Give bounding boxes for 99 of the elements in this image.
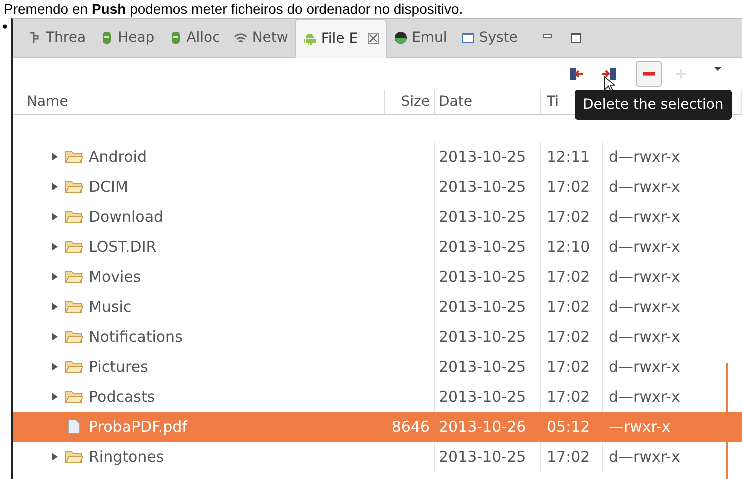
file-date: 2013-10-25	[435, 142, 541, 172]
view-tab[interactable]: Alloc	[162, 19, 228, 57]
file-name: ProbaPDF.pdf	[89, 418, 188, 436]
phone-pull-icon	[569, 66, 585, 82]
file-time: 17:02	[541, 262, 603, 292]
expand-arrow-icon[interactable]	[51, 363, 59, 371]
folder-icon	[65, 300, 83, 314]
file-date: 2013-10-25	[435, 202, 541, 232]
file-name: DCIM	[89, 178, 128, 196]
file-row[interactable]: Movies 2013-10-25 17:02 d—rwxr-x	[13, 262, 742, 292]
view-tab[interactable]: Emul	[387, 19, 454, 57]
mouse-cursor-icon	[604, 76, 615, 93]
expand-arrow-icon[interactable]	[51, 453, 59, 461]
file-permissions: d—rwxr-x	[608, 327, 682, 348]
file-permissions: —rwxr-x	[608, 417, 672, 438]
file-date: 2013-10-25	[435, 232, 541, 262]
file-row[interactable]: DCIM 2013-10-25 17:02 d—rwxr-x	[13, 172, 742, 202]
file-date: 2013-10-25	[435, 172, 541, 202]
file-date: 2013-10-25	[435, 442, 541, 472]
view-tab[interactable]: File E	[295, 18, 388, 58]
file-row[interactable]: Notifications 2013-10-25 17:02 d—rwxr-x	[13, 322, 742, 352]
delete-button[interactable]	[636, 61, 662, 87]
folder-icon	[65, 450, 83, 464]
file-permissions: d—rwxr-x	[608, 267, 682, 288]
view-menu-icon[interactable]	[712, 64, 724, 74]
threads-icon	[28, 31, 42, 45]
view-tab[interactable]: Heap	[93, 19, 162, 57]
file-row[interactable]: Pictures 2013-10-25 17:02 d—rwxr-x	[13, 352, 742, 382]
file-row[interactable]: Android 2013-10-25 12:11 d—rwxr-x	[13, 142, 742, 172]
file-permissions: d—rwxr-x	[608, 357, 682, 378]
phone-push-icon	[601, 66, 617, 82]
column-header[interactable]: Name	[13, 90, 385, 114]
view-tab[interactable]: Netw	[227, 19, 296, 57]
file-name: Music	[89, 298, 132, 316]
expand-arrow-icon[interactable]	[51, 243, 59, 251]
file-row[interactable]: Ringtones 2013-10-25 17:02 d—rwxr-x	[13, 442, 742, 472]
file-date: 2013-10-26	[438, 417, 528, 438]
tooltip: Delete the selection	[575, 90, 732, 120]
file-date: 2013-10-25	[435, 322, 541, 352]
delete-icon	[643, 72, 655, 76]
expand-arrow-icon[interactable]	[51, 333, 59, 341]
folder-icon	[65, 150, 83, 164]
file-permissions: d—rwxr-x	[608, 387, 682, 408]
file-row[interactable]: LOST.DIR 2013-10-25 12:10 d—rwxr-x	[13, 232, 742, 262]
column-header[interactable]: Size	[385, 90, 435, 114]
file-date: 2013-10-25	[435, 262, 541, 292]
globe-icon	[394, 31, 408, 45]
file-name: Android	[89, 148, 147, 166]
view-tab[interactable]: Syste	[454, 19, 525, 57]
file-permissions: d—rwxr-x	[608, 297, 682, 318]
file-permissions: d—rwxr-x	[608, 237, 682, 258]
file-name: LOST.DIR	[89, 238, 157, 256]
file-name: Movies	[89, 268, 142, 286]
expand-arrow-icon[interactable]	[51, 153, 59, 161]
folder-icon	[65, 210, 83, 224]
folder-icon	[65, 270, 83, 284]
expand-arrow-icon[interactable]	[51, 273, 59, 281]
maximize-icon[interactable]	[568, 31, 583, 45]
view-tab[interactable]: Threa	[21, 19, 94, 57]
column-header[interactable]: Date	[435, 90, 541, 114]
file-name: Notifications	[89, 328, 183, 346]
folder-icon	[65, 390, 83, 404]
file-permissions: d—rwxr-x	[608, 207, 682, 228]
file-name: Ringtones	[89, 448, 164, 466]
expand-arrow-icon[interactable]	[51, 393, 59, 401]
folder-icon	[65, 360, 83, 374]
file-date: 2013-10-25	[435, 292, 541, 322]
file-time: 17:02	[541, 202, 603, 232]
android-icon	[303, 32, 318, 46]
expand-arrow-icon[interactable]	[51, 303, 59, 311]
file-name: Download	[89, 208, 164, 226]
folder-icon	[65, 330, 83, 344]
file-date: 2013-10-25	[435, 352, 541, 382]
file-row[interactable]: Download 2013-10-25 17:02 d—rwxr-x	[13, 202, 742, 232]
file-time: 17:02	[541, 352, 603, 382]
file-name: Pictures	[89, 358, 148, 376]
file-time: 12:10	[541, 232, 603, 262]
file-time: 12:11	[541, 142, 603, 172]
expand-arrow-icon[interactable]	[51, 213, 59, 221]
file-permissions: d—rwxr-x	[608, 177, 682, 198]
add-icon	[673, 66, 689, 82]
file-name: Podcasts	[89, 388, 156, 406]
file-time: 17:02	[541, 172, 603, 202]
bullet: •	[0, 19, 10, 38]
file-permissions: d—rwxr-x	[608, 147, 682, 168]
intro-text: Premendo en Push podemos meter ficheiros do ordenador no dispositivo.	[3, 0, 464, 18]
file-time: 17:02	[541, 292, 603, 322]
file-time: 05:12	[546, 417, 592, 438]
wifi-icon	[234, 31, 248, 45]
folder-icon	[65, 180, 83, 194]
close-icon[interactable]	[368, 33, 380, 44]
file-permissions: d—rwxr-x	[608, 447, 682, 468]
file-size: 8646	[390, 417, 431, 438]
folder-icon	[65, 240, 83, 254]
file-time: 17:02	[541, 322, 603, 352]
file-time: 17:02	[541, 442, 603, 472]
window-icon	[461, 31, 476, 45]
expand-arrow-icon[interactable]	[51, 183, 59, 191]
file-row[interactable]: Music 2013-10-25 17:02 d—rwxr-x	[13, 292, 742, 322]
